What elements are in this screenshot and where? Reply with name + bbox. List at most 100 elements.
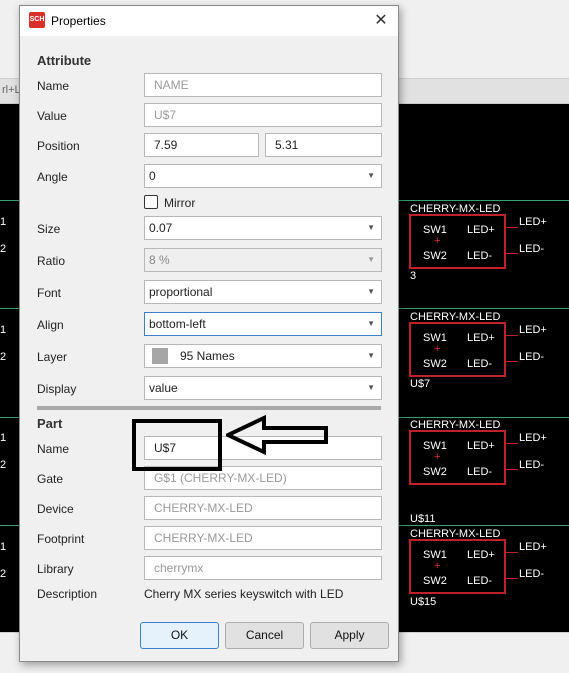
net-label: LED+ — [519, 541, 547, 553]
schematic-app-icon: SCH — [29, 12, 45, 28]
layer-label: Layer — [37, 350, 68, 364]
net-label: LED+ — [519, 216, 547, 228]
pin-wire — [506, 443, 518, 444]
align-dropdown[interactable]: bottom-left ▼ — [144, 312, 382, 336]
angle-value: 0 — [149, 169, 156, 183]
pin-label-sw2: SW2 — [423, 466, 447, 478]
dialog-titlebar[interactable]: SCH Properties ✕ — [20, 6, 398, 36]
apply-button[interactable]: Apply — [310, 622, 389, 649]
footprint-field[interactable]: CHERRY-MX-LED — [144, 526, 382, 550]
chevron-down-icon: ▼ — [367, 223, 375, 232]
chevron-down-icon: ▼ — [367, 351, 375, 360]
pin-label-led-minus: LED- — [467, 466, 493, 478]
device-label: Device — [37, 502, 74, 516]
pin-number: 1 — [0, 432, 7, 444]
mirror-checkbox[interactable] — [144, 195, 158, 209]
schematic-part[interactable]: SW1 LED+ + SW2 LED- — [409, 430, 506, 485]
name-label: Name — [37, 79, 70, 93]
pointer-arrow-icon — [226, 415, 328, 455]
pin-label-sw2: SW2 — [423, 250, 447, 262]
pin-number: 2 — [0, 459, 7, 471]
size-value: 0.07 — [149, 221, 173, 235]
display-label: Display — [37, 382, 77, 396]
properties-dialog: SCH Properties ✕ Attribute Name NAME Val… — [19, 5, 399, 662]
library-label: Library — [37, 562, 74, 576]
net-label: LED+ — [519, 432, 547, 444]
highlight-box — [132, 419, 222, 471]
font-value: proportional — [149, 285, 213, 299]
font-dropdown[interactable]: proportional ▼ — [144, 280, 382, 304]
chevron-down-icon: ▼ — [367, 287, 375, 296]
ratio-label: Ratio — [37, 254, 66, 268]
pin-label-sw2: SW2 — [423, 575, 447, 587]
pin-wire — [506, 227, 518, 228]
pin-wire — [506, 578, 518, 579]
tab-fragment[interactable]: rl+L — [2, 84, 21, 96]
plus-mark: + — [434, 560, 441, 572]
plus-mark: + — [434, 343, 441, 355]
pin-number: 1 — [0, 324, 7, 336]
plus-mark: + — [434, 235, 441, 247]
pin-number: 2 — [0, 568, 7, 580]
part-name-label: Name — [37, 442, 70, 456]
schematic-part[interactable]: SW1 LED+ + SW2 LED- — [409, 322, 506, 377]
chevron-down-icon: ▼ — [367, 171, 375, 180]
pin-label-led-plus: LED+ — [467, 440, 495, 452]
layer-color-swatch — [152, 347, 168, 364]
schematic-part[interactable]: SW1 LED+ + SW2 LED- — [409, 539, 506, 594]
pin-label-led-plus: LED+ — [467, 332, 495, 344]
net-label: LED- — [519, 568, 545, 580]
net-label: LED+ — [519, 324, 547, 336]
angle-label: Angle — [37, 170, 68, 184]
pin-number: 1 — [0, 216, 7, 228]
font-label: Font — [37, 286, 62, 300]
gate-label: Gate — [37, 472, 64, 486]
chevron-down-icon: ▼ — [367, 319, 375, 328]
ok-button[interactable]: OK — [140, 622, 219, 649]
part-name-label: 3 — [410, 270, 417, 282]
net-label: LED- — [519, 459, 545, 471]
pin-wire — [506, 552, 518, 553]
part-heading: Part — [37, 416, 63, 431]
pin-label-led-minus: LED- — [467, 575, 493, 587]
footprint-label: Footprint — [37, 532, 85, 546]
description-label: Description — [37, 587, 98, 601]
align-label: Align — [37, 318, 64, 332]
position-y-field[interactable]: 5.31 — [265, 133, 382, 157]
pin-wire — [506, 335, 518, 336]
pin-number: 2 — [0, 351, 7, 363]
close-icon[interactable]: ✕ — [366, 8, 396, 34]
part-name-label: U$7 — [410, 378, 431, 390]
pin-number: 2 — [0, 243, 7, 255]
position-x-field[interactable]: 7.59 — [144, 133, 259, 157]
cancel-button[interactable]: Cancel — [225, 622, 304, 649]
attribute-value-field[interactable]: U$7 — [144, 103, 382, 127]
device-field[interactable]: CHERRY-MX-LED — [144, 496, 382, 520]
attribute-name-field[interactable]: NAME — [144, 73, 382, 97]
angle-dropdown[interactable]: 0 ▼ — [144, 164, 382, 188]
plus-mark: + — [434, 451, 441, 463]
part-name-label: U$15 — [410, 596, 437, 608]
value-label: Value — [37, 109, 67, 123]
layer-dropdown[interactable]: 95 Names ▼ — [144, 344, 382, 368]
pin-number: 1 — [0, 541, 7, 553]
dialog-title: Properties — [51, 14, 106, 28]
library-field[interactable]: cherrymx — [144, 556, 382, 580]
ratio-dropdown[interactable]: 8 % ▼ — [144, 248, 382, 272]
part-name-label: U$11 — [410, 513, 436, 525]
pin-label-led-plus: LED+ — [467, 549, 495, 561]
pin-wire — [506, 253, 518, 254]
description-value: Cherry MX series keyswitch with LED — [144, 587, 344, 601]
schematic-part[interactable]: SW1 LED+ + SW2 LED- — [409, 214, 506, 269]
attribute-heading: Attribute — [37, 53, 92, 68]
pin-label-led-minus: LED- — [467, 358, 493, 370]
size-dropdown[interactable]: 0.07 ▼ — [144, 216, 382, 240]
display-value: value — [149, 381, 178, 395]
pin-label-sw2: SW2 — [423, 358, 447, 370]
section-divider — [37, 406, 381, 410]
net-label: LED- — [519, 243, 545, 255]
mirror-label: Mirror — [164, 196, 196, 210]
pin-label-led-plus: LED+ — [467, 224, 495, 236]
layer-value: 95 Names — [180, 349, 235, 363]
display-dropdown[interactable]: value ▼ — [144, 376, 382, 400]
